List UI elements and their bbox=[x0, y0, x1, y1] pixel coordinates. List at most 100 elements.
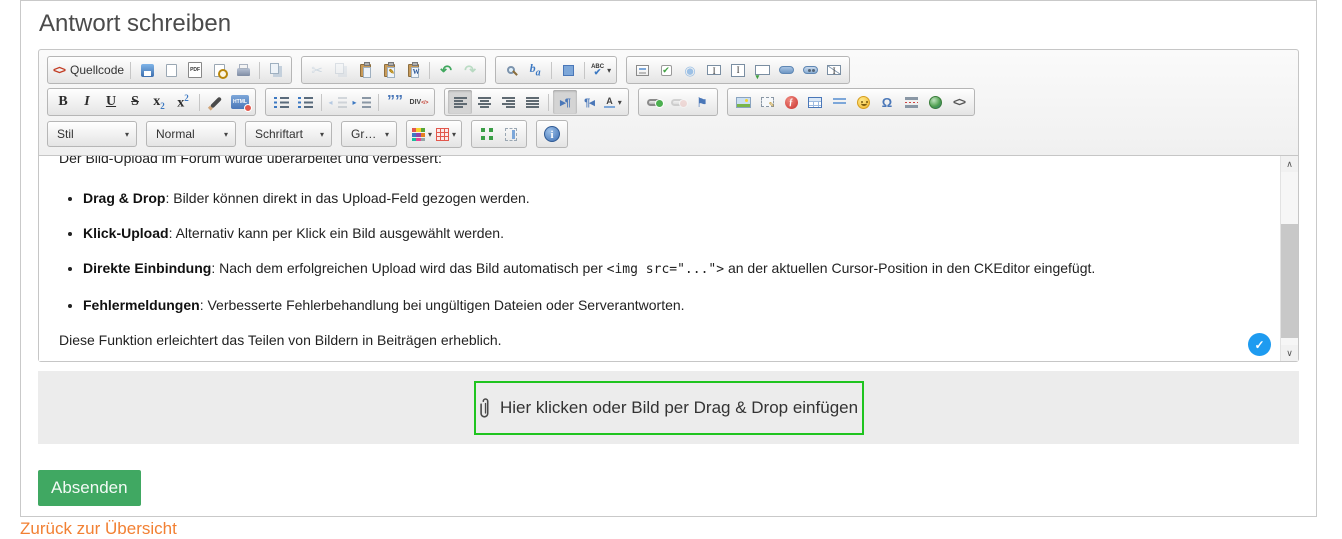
textarea-button[interactable]: I bbox=[726, 58, 750, 82]
font-select-dropdown[interactable]: Schriftart▾ bbox=[245, 121, 332, 147]
image-upload-dropzone[interactable]: Hier klicken oder Bild per Drag & Drop e… bbox=[474, 381, 864, 435]
editor-content-area[interactable]: Der Bild-Upload im Forum wurde überarbei… bbox=[39, 155, 1298, 361]
horizontal-rule-button[interactable] bbox=[827, 90, 851, 114]
cut-button[interactable]: ✂ bbox=[305, 58, 329, 82]
checkbox-button[interactable]: ✔ bbox=[654, 58, 678, 82]
image-button-button[interactable] bbox=[798, 58, 822, 82]
print-button[interactable] bbox=[231, 58, 255, 82]
paste-button[interactable] bbox=[353, 58, 377, 82]
toolbar-separator bbox=[378, 94, 379, 111]
superscript-icon: x2 bbox=[177, 93, 189, 112]
editor-text: Der Bild-Upload im Forum wurde überarbei… bbox=[39, 155, 1298, 348]
text-color-button[interactable]: ▾ bbox=[410, 122, 434, 146]
select-all-button[interactable] bbox=[556, 58, 580, 82]
language-icon: A bbox=[604, 96, 615, 108]
italic-button[interactable]: I bbox=[75, 90, 99, 114]
justify-button[interactable] bbox=[520, 90, 544, 114]
toolbar-group: ✔◉II▾I bbox=[626, 56, 850, 84]
code-snippet-button[interactable]: <> bbox=[947, 90, 971, 114]
bulleted-list-button[interactable] bbox=[293, 90, 317, 114]
show-blocks-button[interactable] bbox=[499, 122, 523, 146]
align-center-icon bbox=[478, 97, 491, 108]
subscript-button[interactable]: x2 bbox=[147, 90, 171, 114]
back-to-overview-link[interactable]: Zurück zur Übersicht bbox=[20, 519, 177, 539]
language-button[interactable]: A▾ bbox=[601, 90, 625, 114]
chevron-down-icon: ▾ bbox=[224, 130, 228, 139]
paste-text-button[interactable]: ✎ bbox=[377, 58, 401, 82]
undo-button[interactable]: ↶ bbox=[434, 58, 458, 82]
styles-select-dropdown[interactable]: Stil▾ bbox=[47, 121, 137, 147]
scroll-up-arrow[interactable]: ∧ bbox=[1281, 156, 1298, 172]
flash-button[interactable]: ƒ bbox=[779, 90, 803, 114]
templates-icon bbox=[270, 63, 282, 77]
blockquote-button[interactable]: ”” bbox=[383, 90, 407, 114]
special-char-button[interactable]: Ω bbox=[875, 90, 899, 114]
format-select-dropdown[interactable]: Normal▾ bbox=[146, 121, 236, 147]
scroll-down-arrow[interactable]: ∨ bbox=[1281, 345, 1298, 361]
templates-button[interactable] bbox=[264, 58, 288, 82]
strikethrough-button[interactable]: S bbox=[123, 90, 147, 114]
embed-media-icon bbox=[761, 97, 774, 107]
preview-button[interactable] bbox=[207, 58, 231, 82]
align-right-button[interactable] bbox=[496, 90, 520, 114]
new-page-button[interactable] bbox=[159, 58, 183, 82]
paste-word-button[interactable]: W bbox=[401, 58, 425, 82]
numbered-list-button[interactable] bbox=[269, 90, 293, 114]
embed-media-button[interactable] bbox=[755, 90, 779, 114]
maximize-button[interactable] bbox=[475, 122, 499, 146]
editor-scrollbar[interactable]: ∧ ∨ bbox=[1280, 156, 1298, 361]
toolbar-group: ✂ ✎W ↶↷ bbox=[301, 56, 486, 84]
ltr-button[interactable]: ▸¶ bbox=[553, 90, 577, 114]
page-break-button[interactable] bbox=[899, 90, 923, 114]
size-select-dropdown[interactable]: Gr…▾ bbox=[341, 121, 397, 147]
unlink-button[interactable] bbox=[666, 90, 690, 114]
align-center-button[interactable] bbox=[472, 90, 496, 114]
remove-format-button[interactable]: HTML bbox=[228, 90, 252, 114]
bold-button[interactable]: B bbox=[51, 90, 75, 114]
cut-icon: ✂ bbox=[311, 63, 323, 77]
toolbar-separator bbox=[551, 62, 552, 79]
align-left-button[interactable] bbox=[448, 90, 472, 114]
replace-button[interactable]: ba bbox=[523, 58, 547, 82]
rtl-button[interactable]: ¶◂ bbox=[577, 90, 601, 114]
iframe-button[interactable] bbox=[923, 90, 947, 114]
image-button[interactable] bbox=[731, 90, 755, 114]
scrollbar-thumb[interactable] bbox=[1281, 224, 1298, 338]
hidden-field-button[interactable]: I bbox=[822, 58, 846, 82]
copy-button[interactable] bbox=[329, 58, 353, 82]
form-button[interactable] bbox=[630, 58, 654, 82]
italic-icon: I bbox=[84, 94, 89, 110]
text-field-button[interactable]: I bbox=[702, 58, 726, 82]
table-button[interactable] bbox=[803, 90, 827, 114]
ckeditor: <>QuellcodePDF✂✎W↶↷baABC✔▾✔◉II▾IBIUSx2x2… bbox=[38, 49, 1299, 362]
about-button[interactable]: i bbox=[540, 122, 564, 146]
toolbar-separator bbox=[584, 62, 585, 79]
radio-button-button[interactable]: ◉ bbox=[678, 58, 702, 82]
code-snippet-icon: <> bbox=[953, 96, 965, 108]
chevron-down-icon: ▾ bbox=[607, 66, 611, 75]
smiley-icon bbox=[857, 96, 870, 109]
find-button[interactable] bbox=[499, 58, 523, 82]
superscript-button[interactable]: x2 bbox=[171, 90, 195, 114]
spellcheck-status-badge[interactable]: ✓ bbox=[1248, 333, 1271, 356]
link-button[interactable] bbox=[642, 90, 666, 114]
font-select-label: Schriftart bbox=[255, 127, 303, 141]
outdent-button[interactable] bbox=[326, 90, 350, 114]
underline-button[interactable]: U bbox=[99, 90, 123, 114]
indent-icon bbox=[354, 97, 371, 108]
smiley-button[interactable] bbox=[851, 90, 875, 114]
export-pdf-button[interactable]: PDF bbox=[183, 58, 207, 82]
anchor-button[interactable]: ⚑ bbox=[690, 90, 714, 114]
button-button[interactable] bbox=[774, 58, 798, 82]
bg-color-button[interactable]: ▾ bbox=[434, 122, 458, 146]
save-button[interactable] bbox=[135, 58, 159, 82]
submit-button[interactable]: Absenden bbox=[38, 470, 141, 506]
source-button[interactable]: <>Quellcode bbox=[51, 58, 126, 82]
indent-button[interactable] bbox=[350, 90, 374, 114]
copy-formatting-button[interactable] bbox=[204, 90, 228, 114]
div-container-button[interactable]: DIV</> bbox=[407, 90, 431, 114]
select-field-button[interactable]: ▾ bbox=[750, 58, 774, 82]
redo-button[interactable]: ↷ bbox=[458, 58, 482, 82]
spell-check-button[interactable]: ABC✔▾ bbox=[589, 58, 613, 82]
new-page-icon bbox=[166, 64, 177, 77]
